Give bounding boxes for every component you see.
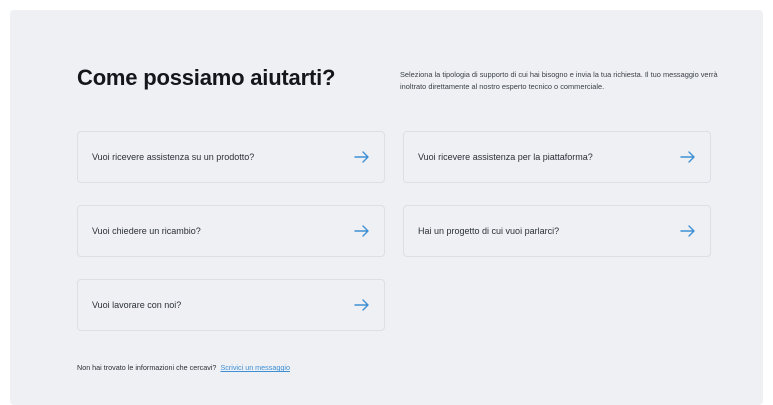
option-project-button[interactable]: Hai un progetto di cui vuoi parlarci? bbox=[403, 205, 711, 257]
option-spare-part-button[interactable]: Vuoi chiedere un ricambio? bbox=[77, 205, 385, 257]
option-platform-support-button[interactable]: Vuoi ricevere assistenza per la piattafo… bbox=[403, 131, 711, 183]
footer-note: Non hai trovato le informazioni che cerc… bbox=[77, 363, 290, 372]
option-label: Vuoi lavorare con noi? bbox=[92, 300, 182, 310]
option-label: Vuoi chiedere un ricambio? bbox=[92, 226, 201, 236]
arrow-right-icon bbox=[680, 225, 695, 237]
arrow-right-icon bbox=[354, 151, 369, 163]
option-label: Vuoi ricevere assistenza su un prodotto? bbox=[92, 152, 255, 162]
support-panel: Come possiamo aiutarti? Seleziona la tip… bbox=[10, 10, 763, 405]
footer-text: Non hai trovato le informazioni che cerc… bbox=[77, 363, 217, 372]
arrow-right-icon bbox=[354, 299, 369, 311]
intro-text: Seleziona la tipologia di supporto di cu… bbox=[400, 70, 718, 91]
option-label: Vuoi ricevere assistenza per la piattafo… bbox=[418, 152, 593, 162]
write-message-link[interactable]: Scrivici un messaggio bbox=[220, 363, 290, 372]
page-title: Come possiamo aiutarti? bbox=[77, 65, 336, 90]
option-product-support-button[interactable]: Vuoi ricevere assistenza su un prodotto? bbox=[77, 131, 385, 183]
option-label: Hai un progetto di cui vuoi parlarci? bbox=[418, 226, 560, 236]
arrow-right-icon bbox=[680, 151, 695, 163]
arrow-right-icon bbox=[354, 225, 369, 237]
option-careers-button[interactable]: Vuoi lavorare con noi? bbox=[77, 279, 385, 331]
